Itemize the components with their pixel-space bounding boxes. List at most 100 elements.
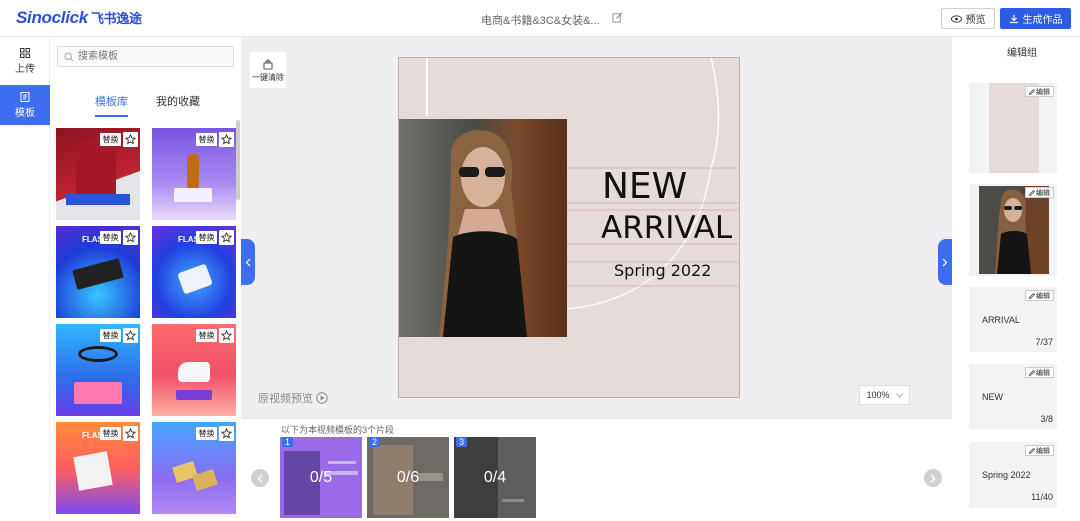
edit-title-icon[interactable] xyxy=(612,12,623,23)
collapse-right-panel-button[interactable] xyxy=(938,239,952,285)
timeline-caption: 以下为本视频模板的3个片段 xyxy=(281,425,395,435)
layer-card-spring[interactable]: 编辑 Spring 2022 11/40 xyxy=(969,442,1057,508)
edit-layer-button[interactable]: 编辑 xyxy=(1025,187,1054,198)
template-thumbnail[interactable]: 替换 xyxy=(56,324,140,416)
product-card-shape xyxy=(73,451,113,491)
preview-button[interactable]: 预览 xyxy=(941,8,995,29)
zoom-select[interactable]: 100% xyxy=(859,385,910,405)
replace-button[interactable]: 替换 xyxy=(196,329,217,342)
clip-next-button[interactable] xyxy=(924,469,942,487)
favorite-star-icon[interactable] xyxy=(219,328,234,343)
price-tag-shape xyxy=(176,390,212,400)
tab-my-favorites[interactable]: 我的收藏 xyxy=(156,93,200,109)
template-thumbnail[interactable]: FLASH 替换 xyxy=(56,226,140,318)
edit-icon xyxy=(1029,292,1035,299)
document-title[interactable]: 电商&书籍&3C&女装&... xyxy=(481,12,600,28)
chevron-right-icon xyxy=(930,474,936,482)
eye-icon xyxy=(950,14,962,23)
headline-spring-text[interactable]: Spring 2022 xyxy=(614,261,711,280)
favorite-star-icon[interactable] xyxy=(219,132,234,147)
generate-label: 生成作品 xyxy=(1022,15,1063,26)
headline-new-text[interactable]: NEW xyxy=(602,166,687,207)
template-scrollbar[interactable] xyxy=(236,120,240,200)
edit-label: 编辑 xyxy=(1036,88,1050,96)
clip-progress-count: 0/6 xyxy=(396,469,420,486)
collapse-left-panel-button[interactable] xyxy=(241,239,255,285)
clip-text-line xyxy=(328,461,356,464)
logo-cn-text: 飞书逸途 xyxy=(90,11,142,26)
template-thumbnail[interactable]: FLASH 替换 xyxy=(56,422,140,514)
clip-number-badge: 1 xyxy=(282,437,294,447)
edit-label: 编辑 xyxy=(1036,369,1050,377)
replace-button[interactable]: 替换 xyxy=(100,133,121,146)
replace-button[interactable]: 替换 xyxy=(100,231,121,244)
clip-thumbnail-3[interactable]: 3 0/4 xyxy=(454,437,536,518)
favorite-star-icon[interactable] xyxy=(123,328,138,343)
layer-card-background[interactable]: 编辑 xyxy=(969,83,1057,173)
layer-card-arrival[interactable]: 编辑 ARRIVAL 7/37 xyxy=(969,287,1057,352)
model-photo[interactable] xyxy=(399,119,567,337)
chevron-down-icon xyxy=(895,392,903,398)
promo-box-shape xyxy=(74,382,122,404)
app-logo[interactable]: Sinoclick 飞书逸途 xyxy=(16,8,142,28)
generate-button[interactable]: 生成作品 xyxy=(1000,8,1071,29)
design-artboard[interactable]: NEW ARRIVAL Spring 2022 xyxy=(398,57,740,398)
rail-item-upload[interactable]: 上传 xyxy=(0,41,50,81)
replace-button[interactable]: 替换 xyxy=(196,133,217,146)
edit-layer-button[interactable]: 编辑 xyxy=(1025,367,1054,378)
replace-button[interactable]: 替换 xyxy=(100,329,121,342)
layer-text-label: ARRIVAL xyxy=(982,315,1020,325)
favorite-star-icon[interactable] xyxy=(123,230,138,245)
favorite-star-icon[interactable] xyxy=(219,230,234,245)
original-video-preview-link[interactable]: 原视频预览 xyxy=(258,390,328,406)
edit-label: 编辑 xyxy=(1036,189,1050,197)
clip-prev-button[interactable] xyxy=(251,469,269,487)
tab-template-library[interactable]: 模板库 xyxy=(95,93,128,117)
rail-item-templates[interactable]: 模板 xyxy=(0,85,50,125)
clip-thumbnail-1[interactable]: 1 0/5 xyxy=(280,437,362,518)
template-thumbnail[interactable]: 替换 xyxy=(56,128,140,220)
template-thumbnail[interactable]: FLASH 替换 xyxy=(152,226,236,318)
favorite-star-icon[interactable] xyxy=(123,132,138,147)
layer-char-count: 3/8 xyxy=(1040,414,1053,424)
template-thumbnail[interactable]: 替换 xyxy=(152,422,236,514)
edit-label: 编辑 xyxy=(1036,292,1050,300)
chevron-right-icon xyxy=(942,258,948,266)
replace-button[interactable]: 替换 xyxy=(196,427,217,440)
edit-group-title: 编辑组 xyxy=(1007,48,1037,59)
clip-thumbnail-2[interactable]: 2 0/6 xyxy=(367,437,449,518)
layer-preview-photo xyxy=(979,186,1049,274)
edit-icon xyxy=(1029,189,1035,196)
edit-layer-button[interactable]: 编辑 xyxy=(1025,86,1054,97)
cable-shape xyxy=(78,346,118,362)
headline-arrival-text[interactable]: ARRIVAL xyxy=(601,210,732,246)
edit-layer-button[interactable]: 编辑 xyxy=(1025,290,1054,301)
clip-progress-count: 0/5 xyxy=(309,469,333,486)
clip-number-badge: 3 xyxy=(456,437,468,447)
replace-button[interactable]: 替换 xyxy=(100,427,121,440)
promo-bar-shape xyxy=(66,194,130,205)
sneaker-shape xyxy=(178,362,210,382)
layer-card-photo[interactable]: 编辑 xyxy=(969,184,1057,276)
favorite-star-icon[interactable] xyxy=(123,426,138,441)
rail-upload-label: 上传 xyxy=(15,63,35,75)
clear-all-button[interactable]: 一键清除 xyxy=(250,52,286,88)
left-rail: 上传 模板 xyxy=(0,37,50,521)
broom-icon xyxy=(263,58,273,69)
search-icon xyxy=(64,52,74,62)
layer-text-label: NEW xyxy=(982,392,1003,402)
template-search-input[interactable] xyxy=(57,46,234,67)
layer-card-new[interactable]: 编辑 NEW 3/8 xyxy=(969,364,1057,429)
rail-templates-label: 模板 xyxy=(15,107,35,119)
replace-button[interactable]: 替换 xyxy=(196,231,217,244)
model-figure-shape xyxy=(76,140,116,202)
product-bottle-shape xyxy=(187,154,199,188)
edit-layer-button[interactable]: 编辑 xyxy=(1025,445,1054,456)
chevron-left-icon xyxy=(257,474,263,482)
template-thumbnail[interactable]: 替换 xyxy=(152,324,236,416)
template-thumbnail[interactable]: 替换 xyxy=(152,128,236,220)
clear-all-label: 一键清除 xyxy=(252,72,284,82)
grid-icon xyxy=(20,47,30,58)
play-circle-icon xyxy=(316,392,328,404)
favorite-star-icon[interactable] xyxy=(219,426,234,441)
